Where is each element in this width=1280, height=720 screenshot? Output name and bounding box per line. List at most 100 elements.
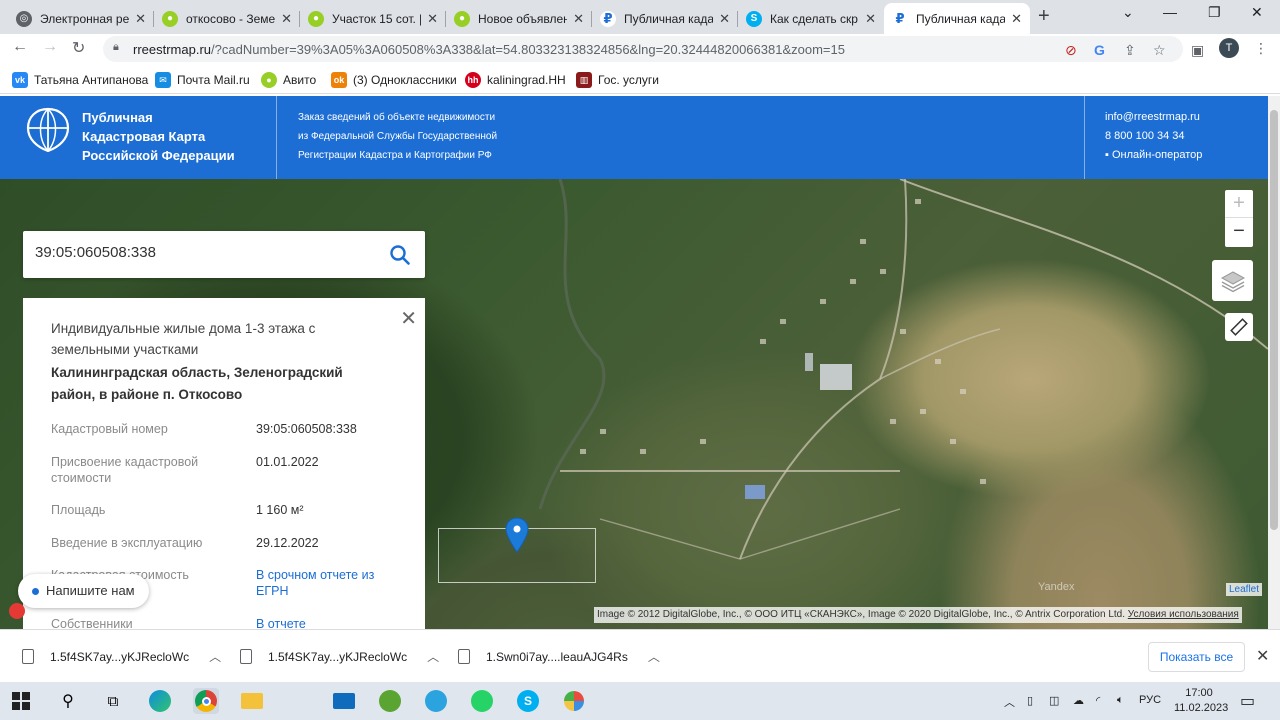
chat-widget-button[interactable]: Напишите нам: [18, 574, 149, 608]
google-translate-icon[interactable]: G: [1094, 42, 1105, 58]
bookmark-gosuslugi[interactable]: ▥ Гос. услуги: [576, 72, 659, 88]
satellite-map[interactable]: ✕ Индивидуальные жилые дома 1-3 этажа с …: [0, 179, 1268, 629]
close-tab-icon[interactable]: ✕: [135, 11, 146, 27]
skype-icon[interactable]: S: [515, 688, 541, 714]
bookmark-mail[interactable]: ✉ Почта Mail.ru: [155, 72, 250, 88]
mail-icon[interactable]: [331, 688, 357, 714]
close-tab-icon[interactable]: ✕: [865, 11, 876, 27]
leaflet-link[interactable]: Leaflet: [1226, 583, 1263, 596]
chevron-up-icon[interactable]: ︿: [209, 648, 221, 665]
egrn-report-link[interactable]: В срочном отчете из ЕГРН: [256, 567, 386, 599]
close-tab-icon[interactable]: ✕: [1011, 11, 1022, 27]
tab-6[interactable]: S Как сделать скр ✕: [738, 3, 884, 34]
lock-icon[interactable]: 🔒︎: [113, 41, 119, 54]
owners-report-link[interactable]: В отчете: [256, 616, 406, 629]
whatsapp-icon[interactable]: [469, 688, 495, 714]
bookmark-avito[interactable]: ● Авито: [261, 72, 316, 88]
ruler-button[interactable]: [1225, 313, 1253, 341]
page-scrollbar[interactable]: [1268, 96, 1280, 629]
tray-volume-icon[interactable]: 🔈︎: [1117, 694, 1124, 707]
close-tab-icon[interactable]: ✕: [719, 11, 730, 27]
bookmark-star-icon[interactable]: ☆: [1153, 42, 1166, 59]
cadastral-search-box: [23, 231, 425, 278]
location-badge-icon[interactable]: [9, 603, 25, 619]
online-operator-link[interactable]: ▪ Онлайн-оператор: [1105, 146, 1202, 165]
bookmark-vk[interactable]: vk Татьяна Антипанова: [12, 72, 148, 88]
close-icon[interactable]: ✕: [400, 306, 417, 331]
zoom-out-button[interactable]: −: [1225, 218, 1253, 246]
header-description: Заказ сведений об объекте недвижимости и…: [298, 108, 497, 165]
info-label: Площадь: [51, 503, 106, 517]
search-icon[interactable]: [389, 244, 411, 266]
url-host: rreestrmap.ru: [133, 42, 212, 57]
chevron-up-icon[interactable]: ︿: [648, 648, 660, 665]
close-tab-icon[interactable]: ✕: [281, 11, 292, 27]
menu-kebab-icon[interactable]: ⋮: [1254, 40, 1268, 57]
download-item[interactable]: 1.5f4SK7ay...yKJRecloWc ︿: [240, 630, 439, 683]
bookmark-label: Татьяна Антипанова: [34, 73, 149, 87]
tray-wifi-icon[interactable]: ◜: [1096, 694, 1100, 707]
tray-chevron-up-icon[interactable]: ︿: [1004, 694, 1015, 710]
search-icon[interactable]: ⚲: [55, 688, 81, 714]
download-item[interactable]: 1.Swn0i7ay....leauAJG4Rs ︿: [458, 630, 660, 683]
tray-battery-icon[interactable]: ▯: [1027, 694, 1033, 707]
parcel-address: Калининградская область, Зеленоградский …: [51, 365, 343, 402]
back-arrow-icon[interactable]: ←: [12, 38, 28, 56]
restore-icon[interactable]: ❐: [1208, 4, 1221, 21]
windows-start-icon[interactable]: [8, 688, 34, 714]
file-explorer-icon[interactable]: [239, 688, 265, 714]
show-all-downloads-button[interactable]: Показать все: [1148, 642, 1245, 672]
terms-of-use-link[interactable]: Условия использования: [1128, 609, 1239, 620]
contact-phone-link[interactable]: 8 800 100 34 34: [1105, 127, 1202, 146]
forward-arrow-icon[interactable]: →: [42, 38, 58, 56]
taskbar-clock[interactable]: 17:00 11.02.2023: [1174, 686, 1228, 716]
header-divider: [276, 96, 277, 179]
download-item[interactable]: 1.5f4SK7ay...yKJRecloWc ︿: [22, 630, 221, 683]
close-tab-icon[interactable]: ✕: [573, 11, 584, 27]
zoom-in-button[interactable]: +: [1225, 190, 1253, 218]
tab-2[interactable]: ● откосово - Земе ✕: [154, 3, 300, 34]
contact-email-link[interactable]: info@rreestrmap.ru: [1105, 108, 1202, 127]
layers-button[interactable]: [1212, 260, 1253, 301]
close-window-icon[interactable]: ✕: [1251, 4, 1263, 21]
info-label: Собственники: [51, 617, 133, 629]
chrome-icon[interactable]: [193, 688, 219, 714]
cadastral-number-input[interactable]: [35, 244, 375, 261]
operator-label: Онлайн-оператор: [1111, 149, 1203, 161]
telegram-icon[interactable]: [423, 688, 449, 714]
input-language[interactable]: РУС: [1139, 694, 1161, 706]
notifications-icon[interactable]: ▭: [1240, 691, 1255, 711]
tab-1[interactable]: ◎ Электронная ре ✕: [8, 3, 154, 34]
tab-7-active[interactable]: ₽ Публичная када ✕: [884, 3, 1030, 34]
address-bar[interactable]: 🔒︎ rreestrmap.ru/?cadNumber=39%3A05%3A06…: [103, 36, 1183, 62]
reload-icon[interactable]: ↻: [72, 38, 85, 58]
side-panel-icon[interactable]: ▣: [1191, 42, 1204, 59]
tab-4[interactable]: ● Новое объявлен ✕: [446, 3, 592, 34]
profile-avatar[interactable]: Т: [1219, 38, 1239, 58]
tray-cloud-icon[interactable]: ☁︎: [1073, 694, 1084, 707]
cadastral-globe-logo-icon[interactable]: [26, 107, 70, 153]
paint-icon[interactable]: [561, 688, 587, 714]
bookmark-ok[interactable]: ok (3) Одноклассники: [331, 72, 457, 88]
tab-5[interactable]: ₽ Публичная када ✕: [592, 3, 738, 34]
chevron-up-icon[interactable]: ︿: [427, 648, 439, 665]
map-marker-icon[interactable]: [505, 517, 529, 553]
tab-3[interactable]: ● Участок 15 сот. [ ✕: [300, 3, 446, 34]
url-text[interactable]: rreestrmap.ru/?cadNumber=39%3A05%3A06050…: [133, 42, 845, 57]
close-tab-icon[interactable]: ✕: [427, 11, 438, 27]
tray-network-icon[interactable]: ◫: [1049, 694, 1059, 707]
blocked-icon[interactable]: ⊘: [1065, 42, 1077, 59]
utorrent-icon[interactable]: [377, 688, 403, 714]
share-icon[interactable]: ⇪: [1124, 42, 1136, 59]
site-brand[interactable]: Публичная Кадастровая Карта Российской Ф…: [82, 108, 235, 165]
scrollbar-thumb[interactable]: [1270, 110, 1278, 530]
minimize-icon[interactable]: —: [1163, 4, 1177, 20]
new-tab-icon[interactable]: +: [1038, 5, 1050, 28]
bookmark-hh[interactable]: hh kaliningrad.HH: [465, 72, 566, 88]
tab-search-chevron-icon[interactable]: ⌄: [1122, 4, 1134, 21]
task-view-icon[interactable]: ⧉: [100, 688, 126, 714]
hh-icon: hh: [465, 72, 481, 88]
edge-icon[interactable]: [147, 688, 173, 714]
close-download-bar-icon[interactable]: ✕: [1256, 646, 1269, 666]
globe-icon: ◎: [16, 10, 32, 27]
